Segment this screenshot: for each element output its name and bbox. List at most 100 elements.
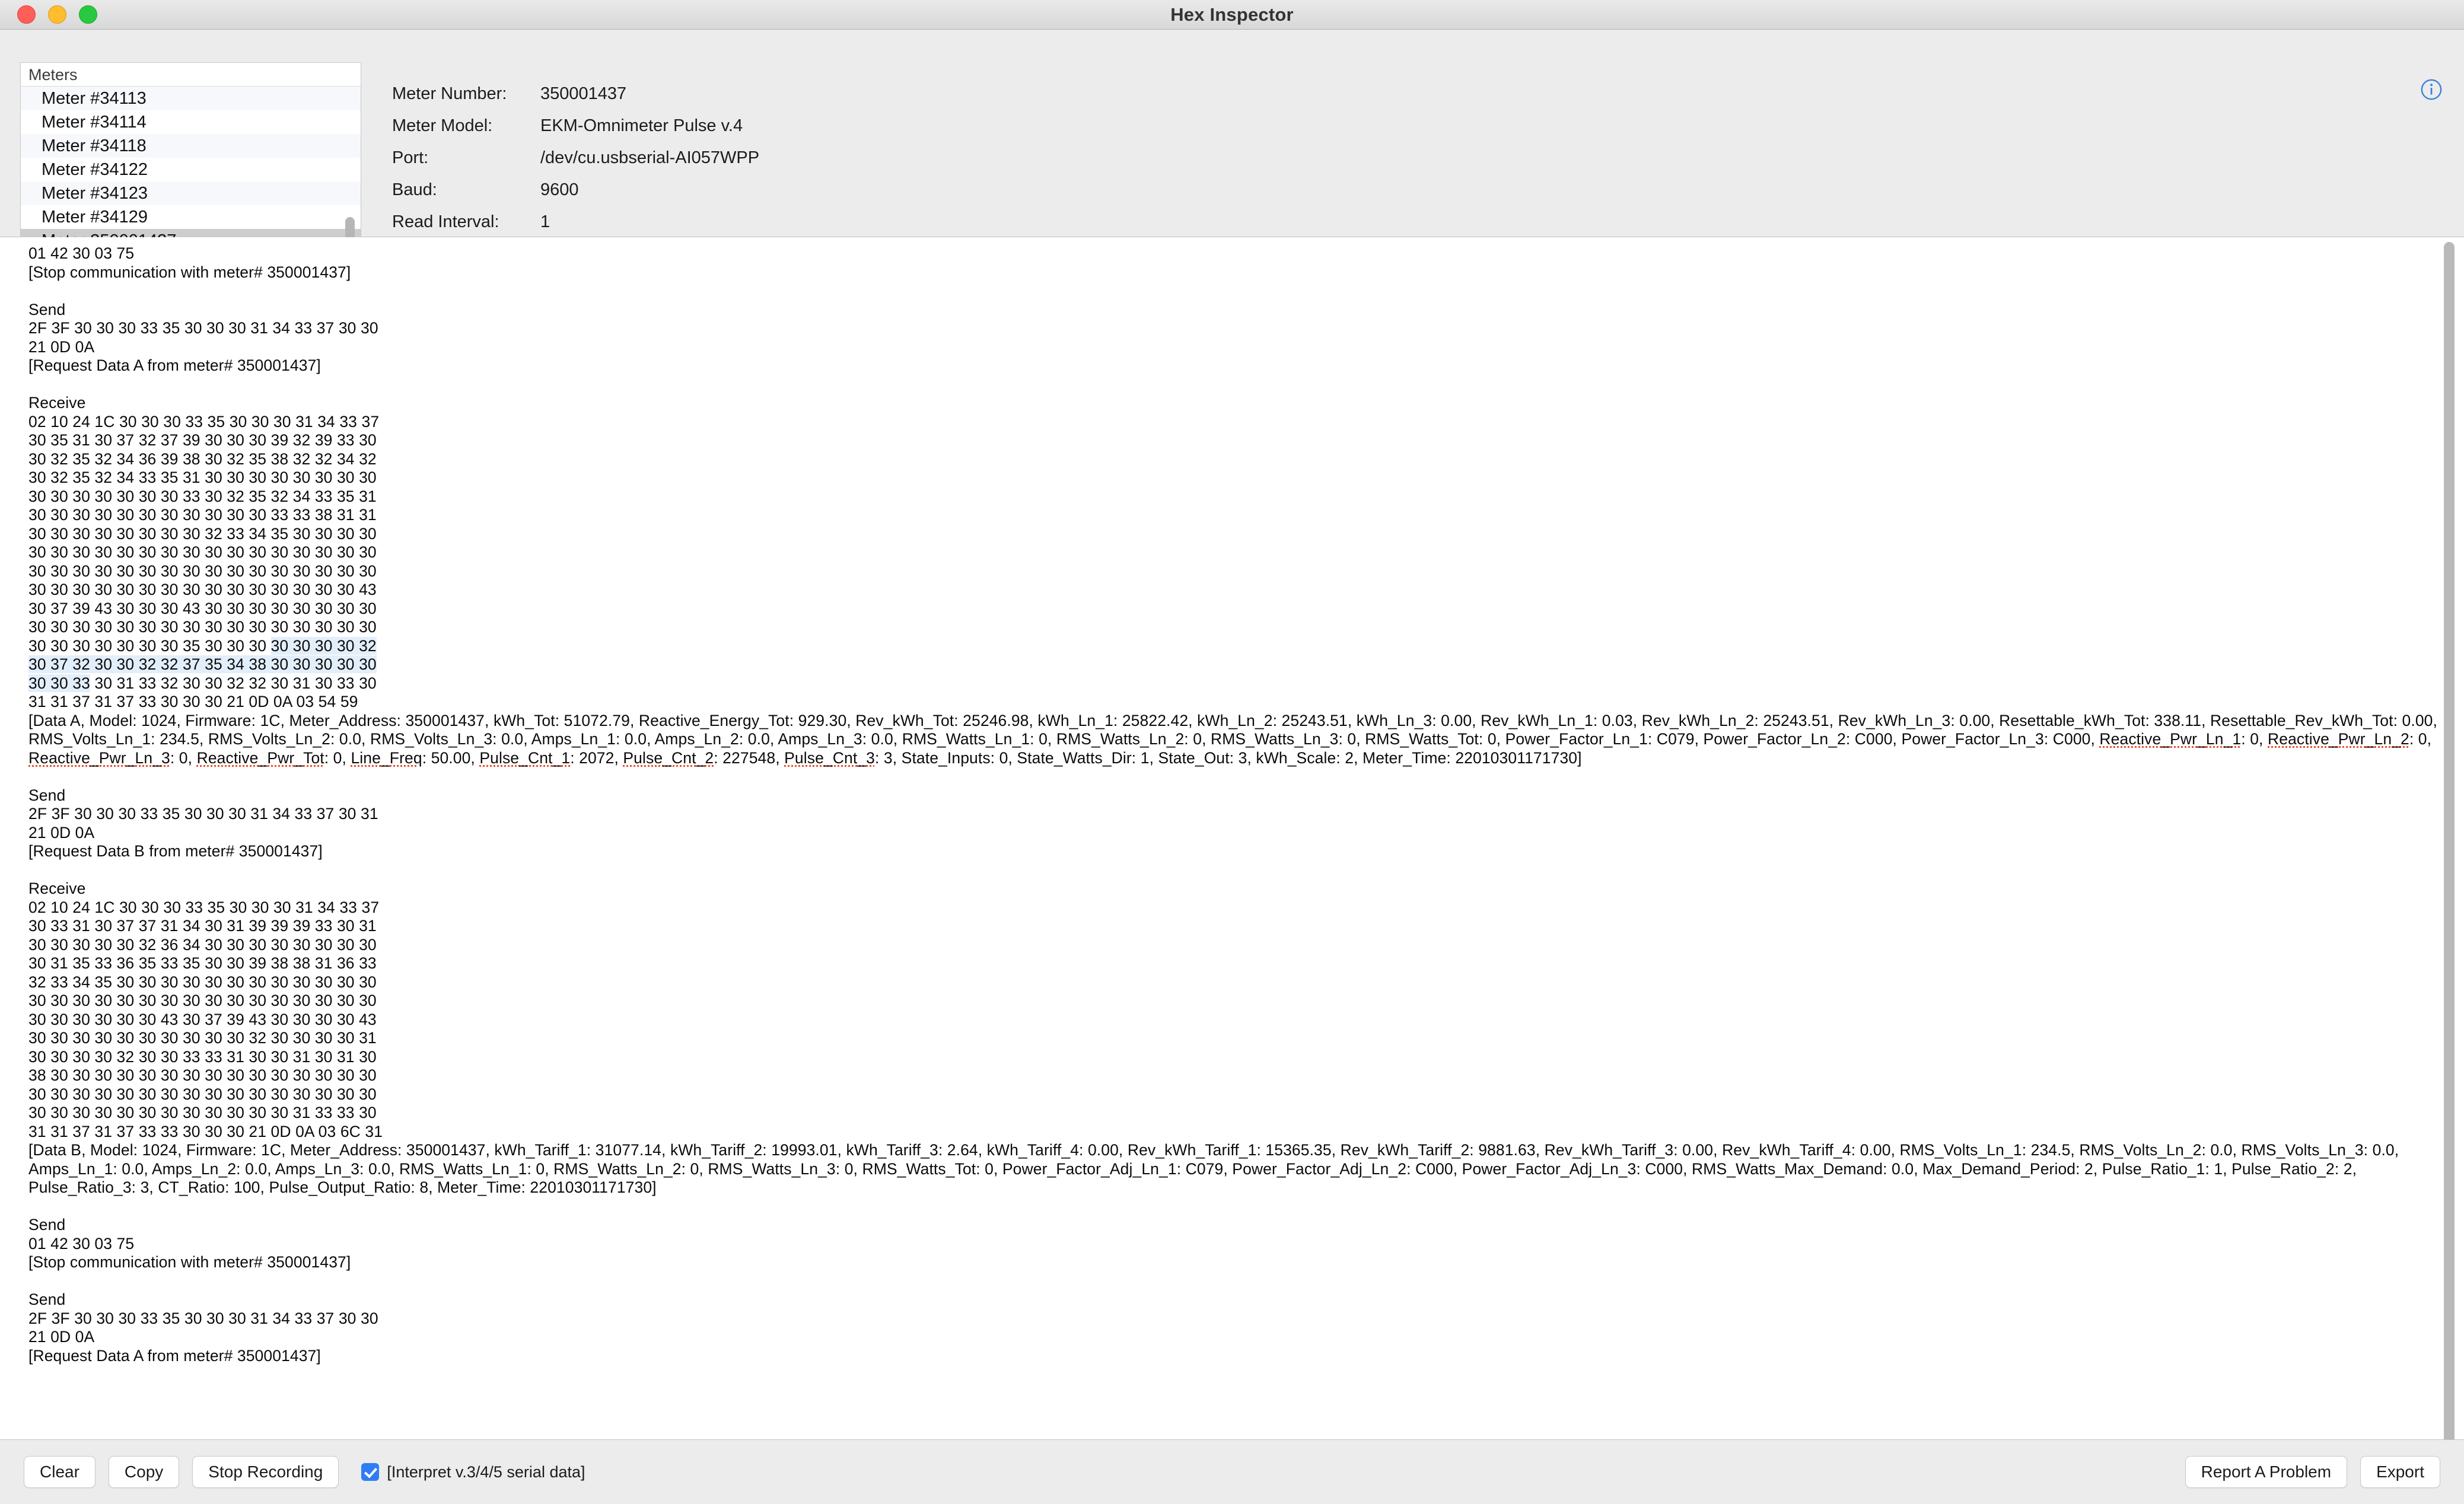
meter-list[interactable]: Meters Meter #34113 Meter #34114 Meter #34… (20, 62, 361, 237)
log-line: 30 32 35 32 34 36 39 38 30 32 35 38 32 3… (28, 450, 377, 468)
log-line: 30 30 30 30 30 30 30 30 30 30 30 33 33 3… (28, 506, 377, 524)
report-a-problem-button[interactable]: Report A Problem (2185, 1456, 2348, 1488)
top-section: Meters Meter #34113 Meter #34114 Meter #34… (0, 30, 2464, 237)
log-line: 30 30 30 30 32 30 30 33 33 31 30 30 31 3… (28, 1047, 377, 1066)
meter-list-item[interactable]: Meter #34129 (21, 205, 361, 229)
info-icon[interactable] (2420, 78, 2443, 101)
log-line: 30 30 30 30 30 30 30 35 30 30 30 30 30 3… (28, 636, 2441, 656)
log-line: 01 42 30 03 75 (28, 1234, 135, 1253)
clear-button[interactable]: Clear (24, 1456, 95, 1488)
log-line: Send (28, 1290, 66, 1308)
meter-list-scrollbar[interactable] (345, 217, 355, 237)
selection-highlight: 30 30 33 (28, 674, 90, 692)
log-line: 30 32 35 32 34 33 35 31 30 30 30 30 30 3… (28, 469, 377, 486)
log-line: 30 35 31 30 37 32 37 39 30 30 30 39 32 3… (28, 431, 377, 449)
log-line: [Data A, Model: 1024, Firmware: 1C, Mete… (28, 711, 2437, 767)
log-line: 21 0D 0A (28, 823, 95, 842)
spellcheck-underline: Reactive_Pwr_Ln_2 (2268, 730, 2409, 748)
copy-button[interactable]: Copy (108, 1456, 180, 1488)
meter-list-header: Meters (21, 63, 361, 87)
meter-list-item[interactable]: Meter #34118 (21, 134, 361, 158)
log-line: Receive (28, 880, 86, 897)
spellcheck-underline: Reactive_Pwr_Ln_3 (28, 748, 170, 767)
log-line-blank (28, 861, 2441, 880)
spellcheck-underline: Pulse_Cnt_1 (479, 748, 571, 767)
log-line: 02 10 24 1C 30 30 30 33 35 30 30 30 31 3… (28, 412, 380, 431)
log-line-blank (28, 1272, 2441, 1291)
bottom-toolbar: Clear Copy Stop Recording [Interpret v.3… (0, 1440, 2464, 1504)
interpret-serial-data-checkbox[interactable]: [Interpret v.3/4/5 serial data] (361, 1463, 585, 1481)
export-button[interactable]: Export (2360, 1456, 2440, 1488)
window-title: Hex Inspector (1170, 4, 1294, 25)
spellcheck-underline: Reactive_Pwr_Ln_1 (2099, 730, 2242, 748)
detail-label: Read Interval: (392, 212, 499, 231)
log-line: Receive (28, 394, 86, 412)
spellcheck-underline: Pulse_Cnt_3 (784, 748, 875, 767)
log-line: [Stop communication with meter# 35000143… (28, 263, 351, 281)
log-line: 30 31 35 33 36 35 33 35 30 30 39 38 38 3… (28, 954, 377, 972)
interpret-serial-data-label: [Interpret v.3/4/5 serial data] (387, 1462, 585, 1481)
log-scrollbar-thumb[interactable] (2444, 242, 2455, 1439)
spellcheck-underline: Reactive_Pwr_Tot (196, 748, 324, 767)
log-line: 30 30 30 30 30 30 30 30 30 30 30 30 30 3… (28, 543, 377, 561)
detail-label: Meter Number: (392, 84, 507, 103)
log-line: [Stop communication with meter# 35000143… (28, 1253, 351, 1271)
log-line: 32 33 34 35 30 30 30 30 30 30 30 30 30 3… (28, 973, 377, 991)
log-line: Send (28, 786, 66, 804)
checkbox-checkmark-icon[interactable] (361, 1463, 380, 1481)
log-line: 21 0D 0A (28, 337, 95, 356)
detail-value: 9600 (540, 180, 579, 199)
detail-label: Baud: (392, 180, 437, 199)
log-line: 21 0D 0A (28, 1328, 95, 1346)
log-line: 30 30 30 30 30 30 30 33 30 32 35 32 34 3… (28, 487, 377, 505)
log-line: 30 30 30 30 30 30 30 30 30 30 30 30 30 3… (28, 1085, 377, 1103)
hex-inspector-window: Hex Inspector Meters Meter #34113 Meter #… (0, 0, 2464, 1504)
spellcheck-underline: Line_Freq (351, 748, 422, 767)
log-line-blank (28, 282, 2441, 301)
detail-value: 1 (540, 212, 550, 231)
serial-log-content: 01 42 30 03 75 [Stop communication with m… (0, 237, 2441, 1439)
log-line: Send (28, 1216, 66, 1234)
log-line: 38 30 30 30 30 30 30 30 30 30 30 30 30 3… (28, 1066, 377, 1084)
log-line: 30 30 30 30 30 32 36 34 30 30 30 30 30 3… (28, 935, 377, 954)
log-line: 30 37 39 43 30 30 30 43 30 30 30 30 30 3… (28, 599, 377, 617)
log-line: 30 30 30 30 30 30 30 30 30 30 32 30 30 3… (28, 1029, 377, 1047)
meter-list-item[interactable]: Meter #34122 (21, 158, 361, 181)
log-line: 30 30 33 30 31 33 32 30 30 32 32 30 31 3… (28, 674, 2441, 693)
log-line: 02 10 24 1C 30 30 30 33 35 30 30 30 31 3… (28, 898, 380, 916)
log-line: 30 30 30 30 30 30 30 30 30 30 30 30 30 3… (28, 618, 377, 636)
serial-log-area[interactable]: 01 42 30 03 75 [Stop communication with m… (0, 237, 2464, 1440)
log-line: 2F 3F 30 30 30 33 35 30 30 30 31 34 33 3… (28, 319, 378, 337)
log-line: [Request Data A from meter# 350001437] (28, 1346, 321, 1365)
log-line: 30 33 31 30 37 37 31 34 30 31 39 39 39 3… (28, 917, 377, 935)
detail-value: /dev/cu.usbserial-AI057WPP (540, 148, 760, 167)
log-line: 2F 3F 30 30 30 33 35 30 30 30 31 34 33 3… (28, 805, 378, 823)
log-line: 30 30 30 30 30 30 30 30 30 30 30 30 30 3… (28, 562, 377, 580)
selection-highlight: 30 37 32 30 30 32 32 37 35 34 38 30 30 3… (28, 655, 377, 673)
detail-label: Port: (392, 148, 429, 167)
log-line: 30 30 30 30 30 30 30 30 32 33 34 35 30 3… (28, 524, 377, 543)
log-line: 01 42 30 03 75 (28, 244, 135, 262)
detail-value: EKM-Omnimeter Pulse v.4 (540, 116, 743, 135)
meter-list-item[interactable]: Meter #34123 (21, 181, 361, 205)
log-line: Send (28, 300, 66, 318)
spellcheck-underline: Pulse_Cnt_2 (623, 748, 714, 767)
log-text: 30 30 30 30 30 30 30 35 30 30 30 (28, 636, 271, 655)
detail-label: Meter Model: (392, 116, 493, 135)
log-line: 30 30 30 30 30 30 30 30 30 30 30 30 30 3… (28, 992, 377, 1009)
meter-list-item[interactable]: Meter #34114 (21, 110, 361, 134)
log-scrollbar-track[interactable] (2444, 237, 2459, 1439)
meter-list-item[interactable]: Meter 350001437 (21, 229, 361, 237)
log-line: 30 30 30 30 30 30 43 30 37 39 43 30 30 3… (28, 1010, 377, 1028)
meter-list-body: Meter #34113 Meter #34114 Meter #34118 Mete… (21, 87, 361, 237)
log-line: [Data B, Model: 1024, Firmware: 1C, Mete… (28, 1141, 2399, 1196)
log-line: [Request Data B from meter# 350001437] (28, 842, 323, 860)
detail-value: 350001437 (540, 84, 627, 103)
log-line-blank (28, 767, 2441, 786)
log-line: [Request Data A from meter# 350001437] (28, 356, 321, 374)
title-bar: Hex Inspector (0, 0, 2464, 30)
selection-highlight: 30 30 30 30 32 (270, 636, 377, 655)
log-line: 30 37 32 30 30 32 32 37 35 34 38 30 30 3… (28, 655, 2441, 674)
meter-list-item[interactable]: Meter #34113 (21, 87, 361, 110)
stop-recording-button[interactable]: Stop Recording (192, 1456, 339, 1488)
